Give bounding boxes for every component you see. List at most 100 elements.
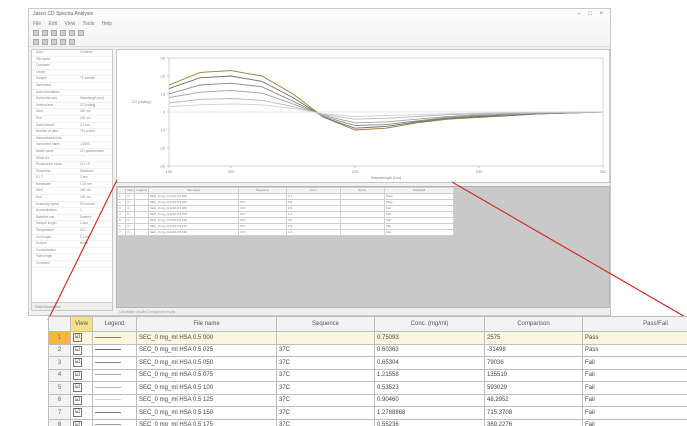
sequence-cell: 37C (276, 406, 375, 420)
sequence-cell: 37C (276, 368, 375, 382)
comparison-cell: 135519 (484, 368, 583, 382)
callout-line-left (47, 179, 118, 321)
column-header[interactable]: Conc. (mg/ml) (374, 316, 485, 332)
table-row[interactable]: 5 ☑ SEC_0 mg_ml HSA 0.5 100 37C 0.53523 59302… (48, 381, 687, 395)
view-checkbox[interactable]: ☑ (73, 420, 82, 426)
row-number: 7 (48, 406, 71, 420)
zoomed-table: View Legend File name Sequence Conc. (mg/ml)… (48, 316, 687, 426)
legend-swatch (95, 411, 121, 413)
pass-fail-cell: Fail (582, 368, 687, 382)
concentration-cell: 0.60363 (374, 343, 485, 357)
legend-cell (92, 381, 137, 395)
view-cell: ☑ (70, 356, 93, 370)
row-number: 3 (48, 356, 71, 370)
view-checkbox[interactable]: ☑ (73, 383, 82, 393)
row-number: 2 (48, 343, 71, 357)
legend-swatch (95, 349, 121, 351)
view-cell: ☑ (70, 393, 93, 407)
legend-swatch (95, 386, 121, 388)
concentration-cell: 0.90460 (374, 393, 485, 407)
view-checkbox[interactable]: ☑ (73, 370, 82, 380)
legend-swatch (95, 424, 121, 426)
file-name-cell: SEC_0 mg_ml HSA 0.5 175 (136, 418, 277, 426)
column-header[interactable]: View (70, 316, 93, 332)
legend-swatch (95, 361, 121, 363)
pass-fail-cell: Fail (582, 406, 687, 420)
table-row[interactable]: 1 ☑ SEC_0 mg_ml HSA 0.5 000 0.75093 2575 Pass (48, 331, 687, 345)
view-cell: ☑ (70, 368, 93, 382)
row-number: 1 (48, 331, 71, 345)
pass-fail-cell: Fail (582, 418, 687, 426)
view-checkbox[interactable]: ☑ (73, 345, 82, 355)
legend-cell (92, 418, 137, 426)
sequence-cell: 37C (276, 393, 375, 407)
callout-line-right (451, 181, 687, 319)
column-header[interactable]: Sequence (276, 316, 375, 332)
column-header[interactable] (48, 316, 71, 332)
row-number: 8 (48, 418, 71, 426)
concentration-cell: 0.65304 (374, 356, 485, 370)
comparison-cell: -31498 (484, 343, 583, 357)
view-checkbox[interactable]: ☑ (73, 395, 82, 405)
legend-cell (92, 356, 137, 370)
data-table-zoomed: View Legend File name Sequence Conc. (mg/ml)… (48, 316, 687, 426)
table-row[interactable]: 3 ☑ SEC_0 mg_ml HSA 0.5 050 37C 0.65304 79036… (48, 356, 687, 370)
table-row[interactable]: 8 ☑ SEC_0 mg_ml HSA 0.5 175 37C 0.55236 369.2… (48, 418, 687, 426)
legend-swatch (95, 336, 121, 338)
comparison-cell: 715.3708 (484, 406, 583, 420)
pass-fail-cell: Fail (582, 356, 687, 370)
legend-swatch (95, 399, 121, 401)
comparison-cell: 79036 (484, 356, 583, 370)
view-cell: ☑ (70, 381, 93, 395)
sequence-cell: 37C (276, 418, 375, 426)
legend-swatch (95, 374, 121, 376)
pass-fail-cell: Pass (582, 331, 687, 345)
concentration-cell: 0.55236 (374, 418, 485, 426)
view-cell: ☑ (70, 331, 93, 345)
view-cell: ☑ (70, 406, 93, 420)
file-name-cell: SEC_0 mg_ml HSA 0.5 025 (136, 343, 277, 357)
comparison-cell: 369.2276 (484, 418, 583, 426)
view-cell: ☑ (70, 343, 93, 357)
concentration-cell: 1.21558 (374, 368, 485, 382)
concentration-cell: 0.75093 (374, 331, 485, 345)
table-row[interactable]: 4 ☑ SEC_0 mg_ml HSA 0.5 075 37C 1.21558 13551… (48, 368, 687, 382)
view-checkbox[interactable]: ☑ (73, 333, 82, 343)
legend-cell (92, 393, 137, 407)
legend-cell (92, 368, 137, 382)
sequence-cell: 37C (276, 356, 375, 370)
sequence-cell: 37C (276, 381, 375, 395)
legend-cell (92, 406, 137, 420)
view-checkbox[interactable]: ☑ (73, 408, 82, 418)
column-header[interactable]: Pass/Fail (582, 316, 687, 332)
legend-cell (92, 343, 137, 357)
legend-cell (92, 331, 137, 345)
row-number: 5 (48, 381, 71, 395)
concentration-cell: 0.53523 (374, 381, 485, 395)
table-row[interactable]: 2 ☑ SEC_0 mg_ml HSA 0.5 025 37C 0.60363 -3149… (48, 343, 687, 357)
comparison-cell: 2575 (484, 331, 583, 345)
row-number: 6 (48, 393, 71, 407)
table-row[interactable]: 7 ☑ SEC_0 mg_ml HSA 0.5 150 37C 1.2788868 715… (48, 406, 687, 420)
sequence-cell: 37C (276, 343, 375, 357)
row-number: 4 (48, 368, 71, 382)
file-name-cell: SEC_0 mg_ml HSA 0.5 125 (136, 393, 277, 407)
pass-fail-cell: Fail (582, 393, 687, 407)
file-name-cell: SEC_0 mg_ml HSA 0.5 000 (136, 331, 277, 345)
pass-fail-cell: Pass (582, 343, 687, 357)
view-cell: ☑ (70, 418, 93, 426)
column-header[interactable]: Legend (92, 316, 137, 332)
file-name-cell: SEC_0 mg_ml HSA 0.5 100 (136, 381, 277, 395)
pass-fail-cell: Fail (582, 381, 687, 395)
comparison-cell: 593029 (484, 381, 583, 395)
sequence-cell (276, 331, 375, 345)
table-row[interactable]: 6 ☑ SEC_0 mg_ml HSA 0.5 125 37C 0.90460 48.29… (48, 393, 687, 407)
column-header[interactable]: File name (136, 316, 277, 332)
comparison-cell: 48.2952 (484, 393, 583, 407)
view-checkbox[interactable]: ☑ (73, 358, 82, 368)
concentration-cell: 1.2788868 (374, 406, 485, 420)
file-name-cell: SEC_0 mg_ml HSA 0.5 150 (136, 406, 277, 420)
column-header[interactable]: Comparison (484, 316, 583, 332)
file-name-cell: SEC_0 mg_ml HSA 0.5 050 (136, 356, 277, 370)
file-name-cell: SEC_0 mg_ml HSA 0.5 075 (136, 368, 277, 382)
